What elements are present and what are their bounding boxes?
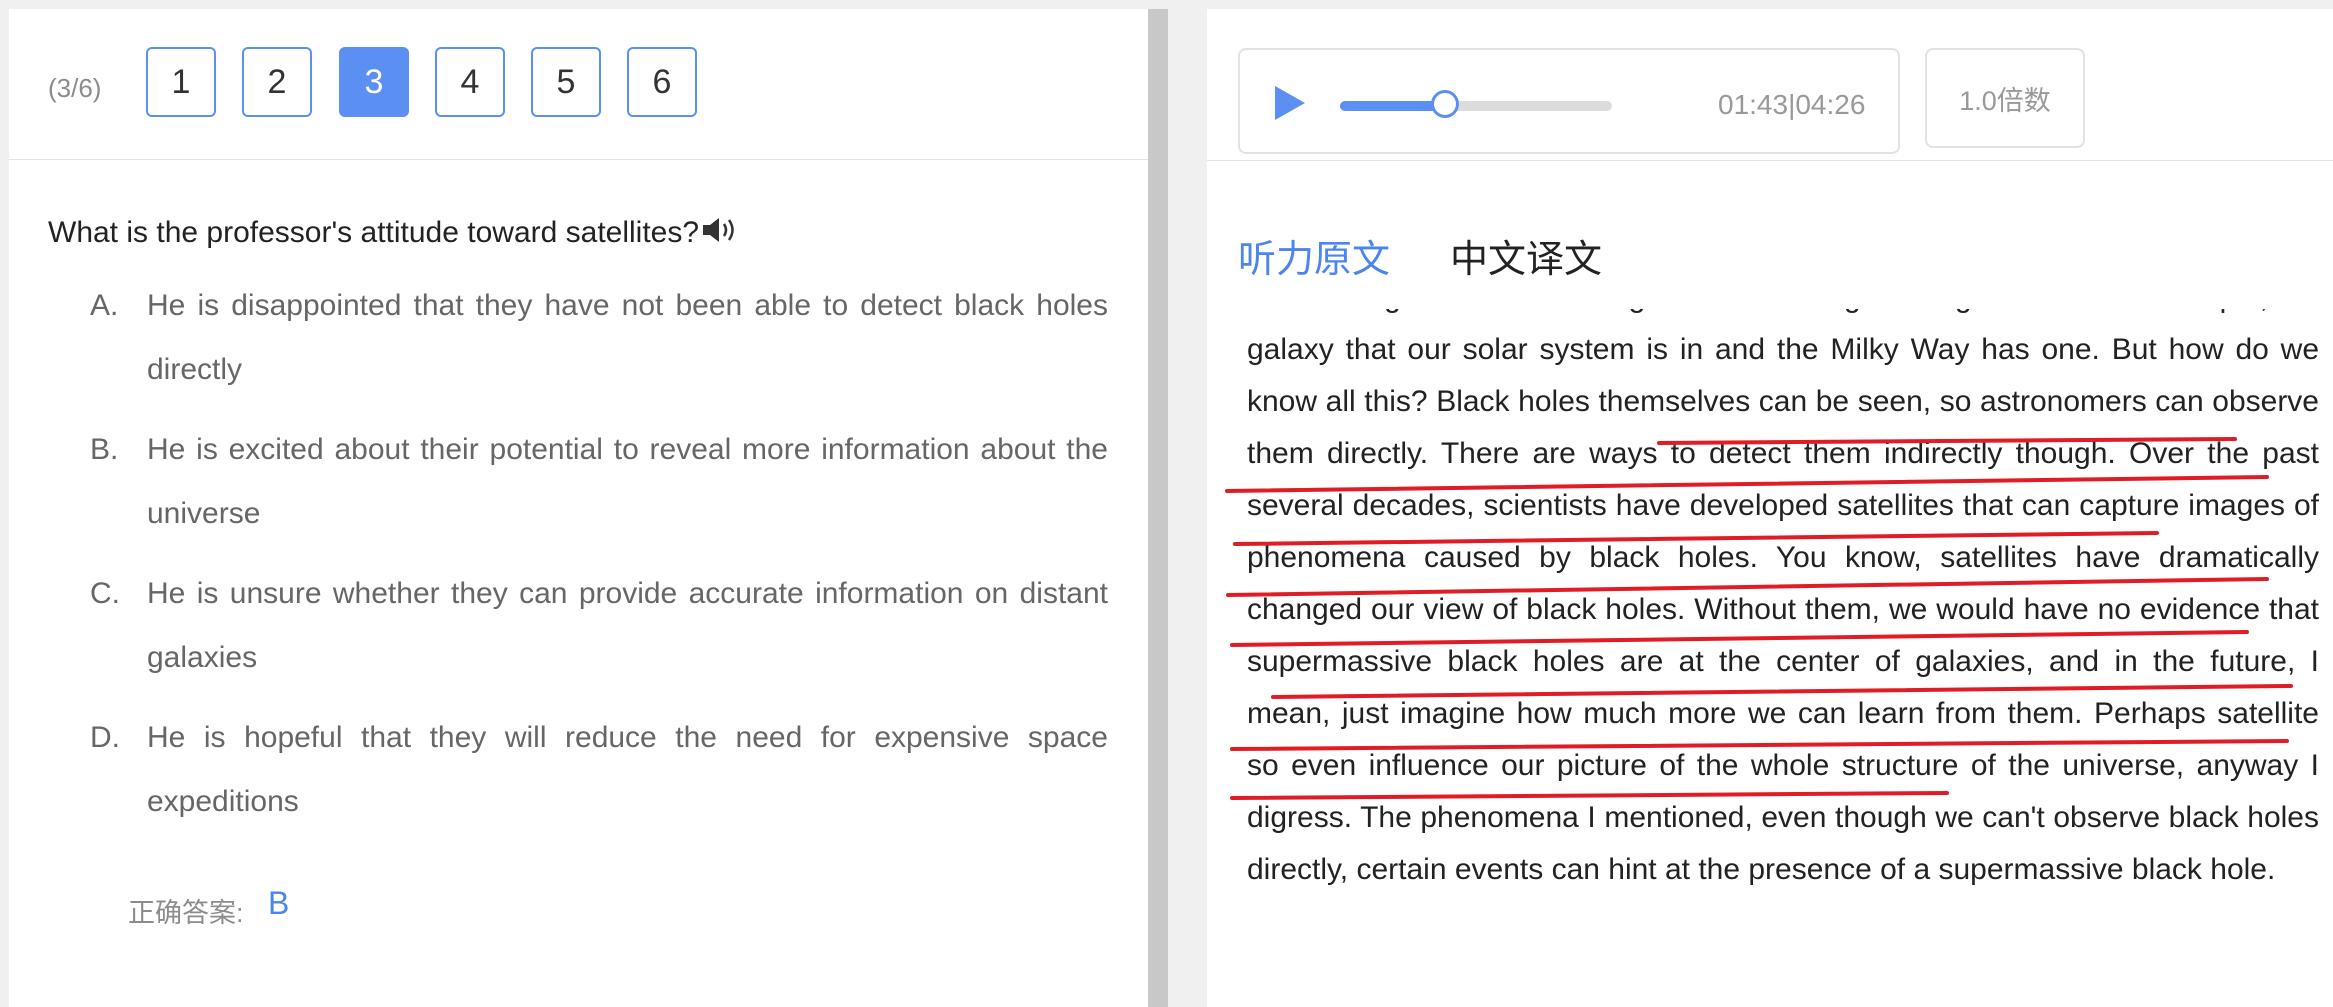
correct-answer-label: 正确答案: (128, 898, 244, 928)
audio-progress-track[interactable] (1340, 90, 1612, 118)
option-text: He is disappointed that they have not be… (147, 289, 1108, 386)
question-progress: (3/6) (48, 73, 102, 103)
question-button-5[interactable]: 5 (531, 47, 601, 117)
option-text: He is hopeful that they will reduce the … (147, 721, 1108, 818)
option-letter: B. (90, 433, 119, 466)
question-navigator: (3/6) 1 2 3 4 5 6 (9, 9, 1149, 160)
tab-chinese-translation[interactable]: 中文译文 (1450, 228, 1602, 283)
question-stem: What is the professor's attitude toward … (48, 215, 743, 253)
listening-panel: 01:43|04:26 1.0倍数 听力原文 中文译文 well. Though… (1207, 9, 2333, 1007)
transcript-text: well. Though that's something that's sti… (1247, 309, 2319, 886)
question-button-4[interactable]: 4 (435, 47, 505, 117)
panel-splitter[interactable] (1148, 9, 1168, 1007)
question-button-3[interactable]: 3 (339, 47, 409, 117)
play-icon[interactable] (1273, 84, 1307, 127)
question-panel: (3/6) 1 2 3 4 5 6 What is the professor'… (9, 9, 1149, 1007)
audio-progress-fill (1340, 101, 1446, 111)
transcript-area[interactable]: well. Though that's something that's sti… (1207, 309, 2333, 1007)
correct-answer-value: B (268, 885, 290, 921)
option-letter: C. (90, 577, 120, 610)
audio-progress-handle[interactable] (1431, 90, 1460, 118)
option-text: He is unsure whether they can provide ac… (147, 577, 1108, 674)
audio-player: 01:43|04:26 (1238, 48, 1900, 154)
question-button-2[interactable]: 2 (242, 47, 312, 117)
question-button-1[interactable]: 1 (146, 47, 216, 117)
option-letter: A. (90, 289, 119, 322)
question-button-6[interactable]: 6 (627, 47, 697, 117)
tab-original-transcript[interactable]: 听力原文 (1238, 228, 1390, 283)
speaker-icon[interactable] (701, 215, 743, 253)
playback-speed-button[interactable]: 1.0倍数 (1925, 48, 2085, 148)
option-letter: D. (90, 721, 120, 754)
option-text: He is excited about their potential to r… (147, 433, 1108, 530)
question-text: What is the professor's attitude toward … (48, 216, 700, 249)
audio-time: 01:43|04:26 (1718, 89, 1866, 120)
divider (1207, 160, 2333, 161)
